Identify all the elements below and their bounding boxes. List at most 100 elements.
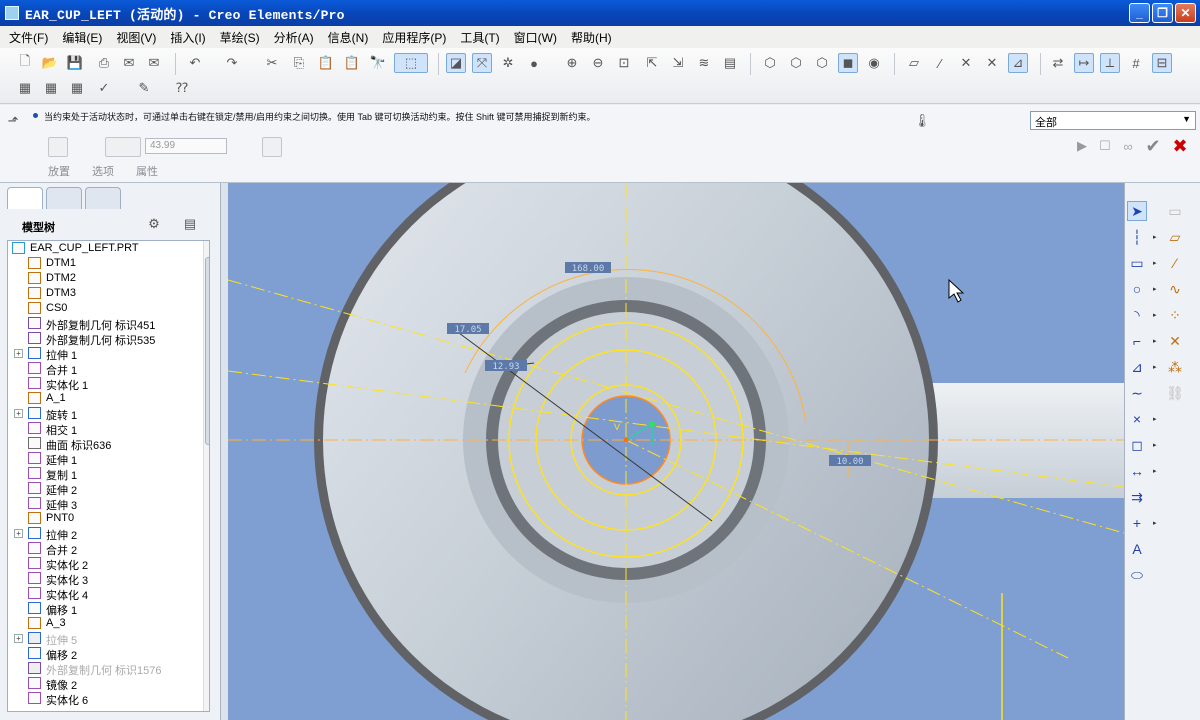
redraw-icon[interactable]: ◪ [446, 53, 466, 73]
expand-toggle-icon[interactable]: + [14, 529, 23, 538]
menu-applications[interactable]: 应用程序(P) [375, 29, 453, 46]
paste-icon[interactable]: 📋 [316, 53, 336, 73]
text-icon-tool[interactable]: ⁂ [1165, 357, 1185, 377]
menu-tools[interactable]: 工具(T) [453, 29, 506, 46]
tree-columns-icon[interactable]: ▤ [180, 214, 200, 234]
enhanced-realism-icon[interactable]: ◉ [864, 53, 884, 73]
tree-item[interactable]: 延伸 2 [8, 481, 209, 497]
tree-item[interactable]: 镜像 2 [8, 676, 209, 692]
tree-item[interactable]: 相交 1 [8, 421, 209, 437]
point-cloud-icon[interactable]: ⁘ [1165, 305, 1185, 325]
filter-dropdown[interactable]: 全部 ▼ [1030, 111, 1196, 130]
remove-material-icon[interactable] [262, 137, 282, 157]
section-icon[interactable]: ▦ [15, 78, 35, 98]
sketch-tool-icon[interactable]: ▦ [41, 78, 61, 98]
modify-icon[interactable]: ⇉ [1127, 487, 1147, 507]
copy-icon[interactable]: ⎘ [289, 53, 309, 73]
minimize-button[interactable]: _ [1129, 3, 1150, 23]
restore-button[interactable]: ❐ [1152, 3, 1173, 23]
constraint-icon[interactable]: + [1127, 513, 1147, 533]
tree-item[interactable]: + 拉伸 1 [8, 346, 209, 362]
undo-icon[interactable]: ↶ [185, 53, 205, 73]
sketch-orient-icon[interactable]: ⇄ [1048, 53, 1068, 73]
parallelogram-icon[interactable]: ▱ [1165, 227, 1185, 247]
options-icon[interactable] [75, 137, 95, 157]
tree-item[interactable]: PNT0 [8, 511, 209, 526]
menu-edit[interactable]: 编辑(E) [55, 29, 109, 46]
centerline-icon[interactable]: ┆ [1127, 227, 1147, 247]
tree-item[interactable]: 延伸 1 [8, 451, 209, 467]
selection-mode-icon[interactable]: ⬚ [394, 53, 428, 73]
menu-insert[interactable]: 插入(I) [163, 29, 212, 46]
use-edge-icon[interactable]: ◻ [1127, 435, 1147, 455]
tab-folder-browser[interactable] [46, 187, 82, 209]
palette-shapes-icon[interactable]: ⬭ [1127, 565, 1147, 585]
no-hidden-icon[interactable]: ⬡ [812, 53, 832, 73]
new-file-icon[interactable]: 🗋 [15, 53, 35, 73]
panel-splitter[interactable] [221, 183, 228, 720]
pause-icon[interactable]: ▶ [1072, 136, 1092, 156]
graphics-area[interactable]: 168.00 17.05 12.93 10.00 V [228, 183, 1124, 720]
menu-sketch[interactable]: 草绘(S) [213, 29, 267, 46]
tree-item[interactable]: EAR_CUP_LEFT.PRT [8, 241, 209, 256]
menu-info[interactable]: 信息(N) [321, 29, 376, 46]
menu-analysis[interactable]: 分析(A) [267, 29, 321, 46]
arc-icon[interactable]: ◝ [1127, 305, 1147, 325]
menu-view[interactable]: 视图(V) [109, 29, 163, 46]
tree-item[interactable]: 偏移 2 [8, 646, 209, 662]
spline-icon[interactable]: ∼ [1127, 383, 1147, 403]
tab-placement[interactable]: 放置 [48, 163, 70, 179]
preview-checkbox[interactable]: ☐ [1095, 136, 1115, 156]
zoom-out-icon[interactable]: ⊖ [588, 53, 608, 73]
tree-item[interactable]: 实体化 4 [8, 586, 209, 602]
tree-item[interactable]: 外部复制几何 标识451 [8, 316, 209, 332]
shading-icon[interactable]: ◼ [838, 53, 858, 73]
find-icon[interactable]: 🔭 [368, 53, 388, 73]
show-constraints-icon[interactable]: ⟂ [1100, 53, 1120, 73]
datum-points-icon[interactable]: ✕ [956, 53, 976, 73]
tree-item[interactable]: DTM2 [8, 271, 209, 286]
tree-item[interactable]: 外部复制几何 标识1576 [8, 661, 209, 677]
chamfer-icon[interactable]: ⊿ [1127, 357, 1147, 377]
refit-icon[interactable]: ⊡ [614, 53, 634, 73]
accept-icon[interactable]: ✔ [1143, 136, 1163, 156]
datum-planes-icon[interactable]: ▱ [904, 53, 924, 73]
menu-help[interactable]: 帮助(H) [564, 29, 619, 46]
datum-axes-icon[interactable]: ⁄ [930, 53, 950, 73]
menu-file[interactable]: 文件(F) [2, 29, 55, 46]
tree-scrollbar[interactable] [203, 241, 209, 711]
tree-item[interactable]: 实体化 2 [8, 556, 209, 572]
expand-toggle-icon[interactable]: + [14, 634, 23, 643]
rectangle-icon[interactable]: ▭ [1127, 253, 1147, 273]
placement-icon[interactable] [48, 137, 68, 157]
tree-item[interactable]: DTM3 [8, 286, 209, 301]
dim-168[interactable]: 168.00 [572, 264, 605, 274]
point-icon[interactable]: × [1127, 409, 1147, 429]
email-link-icon[interactable]: ✉ [144, 53, 164, 73]
zoom-in-icon[interactable]: ⊕ [562, 53, 582, 73]
view-manager-icon[interactable]: ▤ [720, 53, 740, 73]
hidden-line-icon[interactable]: ⬡ [786, 53, 806, 73]
expand-toggle-icon[interactable]: + [14, 349, 23, 358]
tree-settings-icon[interactable]: ⚙ [144, 214, 164, 234]
thicken-icon[interactable] [298, 137, 318, 157]
verify-icon[interactable]: ∞ [1118, 136, 1138, 156]
tree-item[interactable]: 实体化 3 [8, 571, 209, 587]
tree-item[interactable]: + 旋转 1 [8, 406, 209, 422]
show-vertices-icon[interactable]: ⊟ [1152, 53, 1172, 73]
tree-item[interactable]: 曲面 标识636 [8, 436, 209, 452]
wireframe-icon[interactable]: ⬡ [760, 53, 780, 73]
show-dims-icon[interactable]: ↦ [1074, 53, 1094, 73]
spin-center-icon[interactable]: ⤧ [472, 53, 492, 73]
coord-systems-icon[interactable]: ✕ [982, 53, 1002, 73]
dim-17[interactable]: 17.05 [454, 325, 481, 335]
check-sketch-icon[interactable]: ✓ [94, 78, 114, 98]
layers-icon[interactable]: ≋ [694, 53, 714, 73]
sketcher-palette-icon[interactable]: ✎ [134, 78, 154, 98]
palette-icon[interactable]: ▭ [1165, 201, 1185, 221]
sketch-canvas[interactable]: 168.00 17.05 12.93 10.00 V [228, 183, 1124, 720]
diagnose-icon[interactable]: ▦ [67, 78, 87, 98]
open-file-icon[interactable]: 📂 [40, 53, 60, 73]
tab-options[interactable]: 选项 [92, 163, 114, 179]
orient-icon[interactable]: ✲ [498, 53, 518, 73]
